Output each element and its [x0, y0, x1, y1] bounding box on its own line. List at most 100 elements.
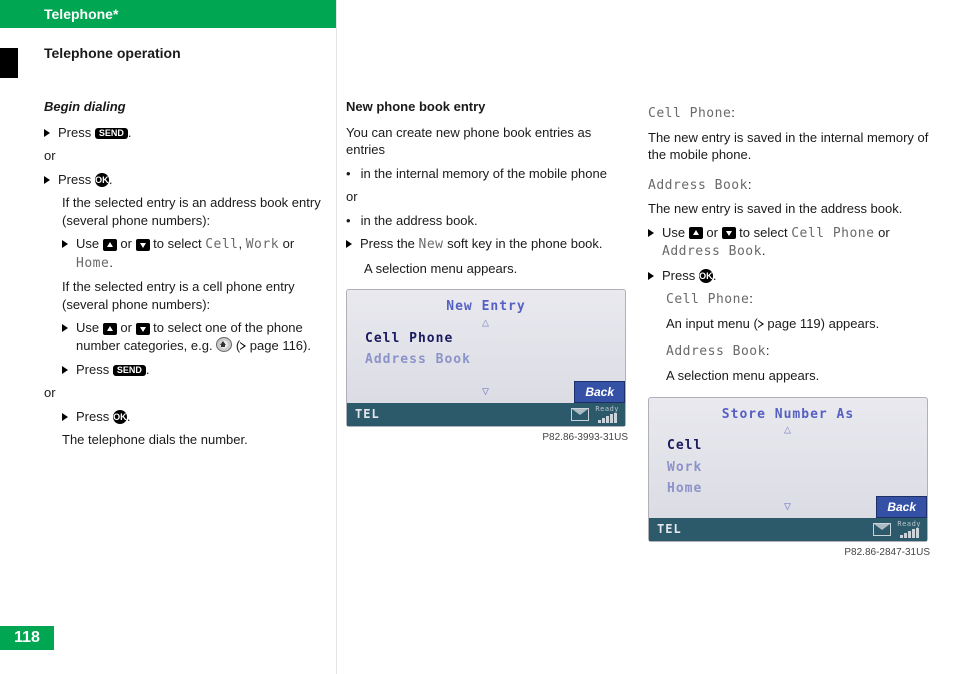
text: Use [76, 236, 103, 251]
col2-intro: You can create new phone book entries as… [346, 124, 628, 159]
text: Press [76, 409, 113, 424]
result-dials: The telephone dials the number. [44, 431, 326, 449]
mono-cell: Cell [205, 237, 238, 252]
text: or [706, 225, 721, 240]
text: . [713, 268, 717, 283]
desc-address-book: The new entry is saved in the address bo… [648, 200, 930, 218]
chapter-title: Telephone* [44, 5, 118, 24]
mono-address-book: Address Book [666, 344, 766, 359]
figure-caption: P82.86-2847-31US [648, 546, 930, 560]
note-address-book: If the selected entry is an address book… [44, 194, 326, 229]
step-marker-icon [44, 176, 50, 184]
text: Press [76, 362, 113, 377]
screen-title: Store Number As [661, 406, 915, 424]
page-ref-icon [758, 320, 764, 328]
page-number: 118 [0, 626, 54, 650]
or-divider: or [346, 188, 628, 206]
column-3: Cell Phone: The new entry is saved in th… [648, 98, 930, 559]
text: or [283, 236, 295, 251]
ready-label: Ready [897, 521, 921, 528]
mono-cell-phone: Cell Phone [791, 226, 874, 241]
col1-heading: Begin dialing [44, 98, 326, 116]
header-edge [0, 0, 18, 28]
content-columns: Begin dialing Press SEND. or Press OK. I… [44, 98, 936, 559]
back-softkey[interactable]: Back [574, 381, 625, 403]
note-cell-phone: If the selected entry is a cell phone en… [44, 278, 326, 313]
text: Press the [360, 236, 419, 251]
text: or [878, 225, 890, 240]
bullet-icon: • [346, 165, 351, 183]
up-arrow-badge [103, 239, 117, 251]
text: to select [153, 236, 205, 251]
screen-option-work[interactable]: Work [661, 457, 915, 479]
text: . [109, 172, 113, 187]
step-press-ok-3: Press OK. [648, 267, 930, 285]
send-button-badge: SEND [113, 365, 146, 376]
chapter-header: Telephone* [18, 0, 336, 28]
col2-heading: New phone book entry [346, 98, 628, 116]
text: or [120, 236, 135, 251]
text: in the address book. [361, 212, 628, 230]
text: , [239, 236, 246, 251]
text: : [749, 291, 753, 306]
down-arrow-badge [136, 239, 150, 251]
manual-page: Telephone* Telephone operation Begin dia… [0, 0, 954, 674]
footer-tel: TEL [657, 521, 682, 537]
screen-option-address-book[interactable]: Address Book [359, 349, 613, 371]
mono-address-book: Address Book [648, 178, 748, 193]
column-1: Begin dialing Press SEND. or Press OK. I… [44, 98, 326, 559]
text: Press [58, 172, 95, 187]
label-address-book-2: Address Book: [648, 342, 930, 361]
step-press-ok-2: Press OK. [44, 408, 326, 426]
scroll-up-icon: △ [661, 423, 915, 435]
text: Press [662, 268, 699, 283]
send-button-badge: SEND [95, 128, 128, 139]
page-ref-icon [240, 342, 246, 350]
step-press-send-1: Press SEND. [44, 124, 326, 142]
or-divider: or [44, 147, 326, 165]
bullet-icon: • [346, 212, 351, 230]
bullet-internal-memory: • in the internal memory of the mobile p… [346, 165, 628, 183]
step-select-number-category: Use or to select one of the phone number… [44, 319, 326, 354]
text: : [766, 343, 770, 358]
ok-button-badge: OK [95, 173, 109, 187]
mono-home: Home [76, 256, 109, 271]
figure-caption: P82.86-3993-31US [346, 431, 628, 445]
back-softkey[interactable]: Back [876, 496, 927, 518]
screen-option-cell[interactable]: Cell [661, 435, 915, 457]
text: soft key in the phone book. [444, 236, 603, 251]
footer-tel: TEL [355, 406, 380, 422]
up-arrow-badge [103, 323, 117, 335]
mono-new: New [419, 237, 444, 252]
text: An input menu ( [666, 316, 758, 331]
step-select-category: Use or to select Cell, Work or Home. [44, 235, 326, 272]
step-marker-icon [62, 240, 68, 248]
step-select-cell-or-address: Use or to select Cell Phone or Address B… [648, 224, 930, 261]
envelope-icon [571, 408, 589, 421]
down-arrow-badge [136, 323, 150, 335]
step-marker-icon [44, 129, 50, 137]
step-marker-icon [62, 413, 68, 421]
ok-button-badge: OK [699, 269, 713, 283]
ready-label: Ready [595, 406, 619, 413]
text: : [731, 105, 735, 120]
screen-option-cell-phone[interactable]: Cell Phone [359, 328, 613, 350]
label-address-book: Address Book: [648, 176, 930, 195]
text: . [146, 362, 150, 377]
screen-footer: TEL Ready [649, 518, 927, 541]
screen-store-number: Store Number As △ Cell Work Home ▽ Back … [648, 397, 928, 542]
step-marker-icon [62, 324, 68, 332]
label-cell-phone-2: Cell Phone: [648, 290, 930, 309]
step-press-new-softkey: Press the New soft key in the phone book… [346, 235, 628, 254]
step-press-ok-1: Press OK. [44, 171, 326, 189]
signal-icon [598, 413, 617, 423]
desc-input-menu: An input menu ( page 119) appears. [648, 315, 930, 333]
step-marker-icon [648, 229, 654, 237]
envelope-icon [873, 523, 891, 536]
mono-work: Work [246, 237, 279, 252]
label-cell-phone: Cell Phone: [648, 104, 930, 123]
step-marker-icon [648, 272, 654, 280]
text: to select [739, 225, 791, 240]
step-marker-icon [346, 240, 352, 248]
text: page 116). [246, 338, 311, 353]
